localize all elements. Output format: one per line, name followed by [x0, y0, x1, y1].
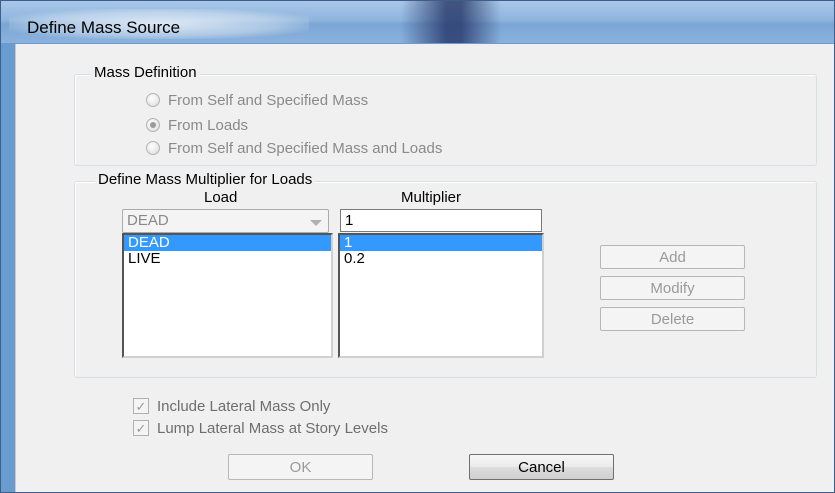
window-title: Define Mass Source: [27, 18, 181, 37]
load-dropdown-value: DEAD: [127, 212, 169, 229]
lump-lateral-mass-checkbox[interactable]: ✓ Lump Lateral Mass at Story Levels: [133, 418, 388, 438]
ok-button[interactable]: OK: [228, 454, 373, 480]
radio-label: From Loads: [168, 116, 249, 134]
modify-button[interactable]: Modify: [600, 276, 745, 300]
title-bar[interactable]: Define Mass Source: [1, 1, 834, 43]
dialog-client-area: Mass Definition From Self and Specified …: [15, 44, 834, 492]
radio-button-icon[interactable]: [146, 118, 160, 132]
radio-self-specified-mass[interactable]: From Self and Specified Mass: [146, 90, 368, 110]
load-column-header: Load: [204, 189, 238, 206]
list-item[interactable]: LIVE: [124, 251, 331, 267]
multiplier-column-header: Multiplier: [401, 189, 462, 206]
radio-label: From Self and Specified Mass: [168, 91, 369, 109]
checkmark-icon[interactable]: ✓: [133, 398, 149, 414]
include-lateral-mass-checkbox[interactable]: ✓ Include Lateral Mass Only: [133, 396, 330, 416]
radio-self-specified-mass-and-loads[interactable]: From Self and Specified Mass and Loads: [146, 138, 442, 158]
checkbox-label: Include Lateral Mass Only: [157, 397, 331, 415]
checkbox-label: Lump Lateral Mass at Story Levels: [157, 419, 388, 437]
list-item[interactable]: 1: [340, 235, 542, 251]
radio-label: From Self and Specified Mass and Loads: [168, 139, 443, 157]
delete-button[interactable]: Delete: [600, 307, 745, 331]
dialog-window: Define Mass Source Mass Definition From …: [0, 0, 835, 493]
list-item[interactable]: DEAD: [124, 235, 331, 251]
multiplier-list[interactable]: 1 0.2: [338, 233, 544, 358]
radio-from-loads[interactable]: From Loads: [146, 115, 248, 135]
checkmark-icon[interactable]: ✓: [133, 420, 149, 436]
multiplier-input[interactable]: 1: [340, 209, 542, 232]
load-list[interactable]: DEAD LIVE: [122, 233, 333, 358]
load-dropdown[interactable]: DEAD: [122, 209, 329, 233]
title-bar-highlight: [401, 1, 501, 43]
mass-multiplier-title: Define Mass Multiplier for Loads: [95, 171, 316, 188]
mass-definition-title: Mass Definition: [91, 64, 200, 81]
list-item[interactable]: 0.2: [340, 251, 542, 267]
cancel-button[interactable]: Cancel: [469, 454, 614, 480]
add-button[interactable]: Add: [600, 245, 745, 269]
radio-button-icon[interactable]: [146, 93, 160, 107]
chevron-down-icon[interactable]: [310, 220, 322, 226]
radio-button-icon[interactable]: [146, 141, 160, 155]
